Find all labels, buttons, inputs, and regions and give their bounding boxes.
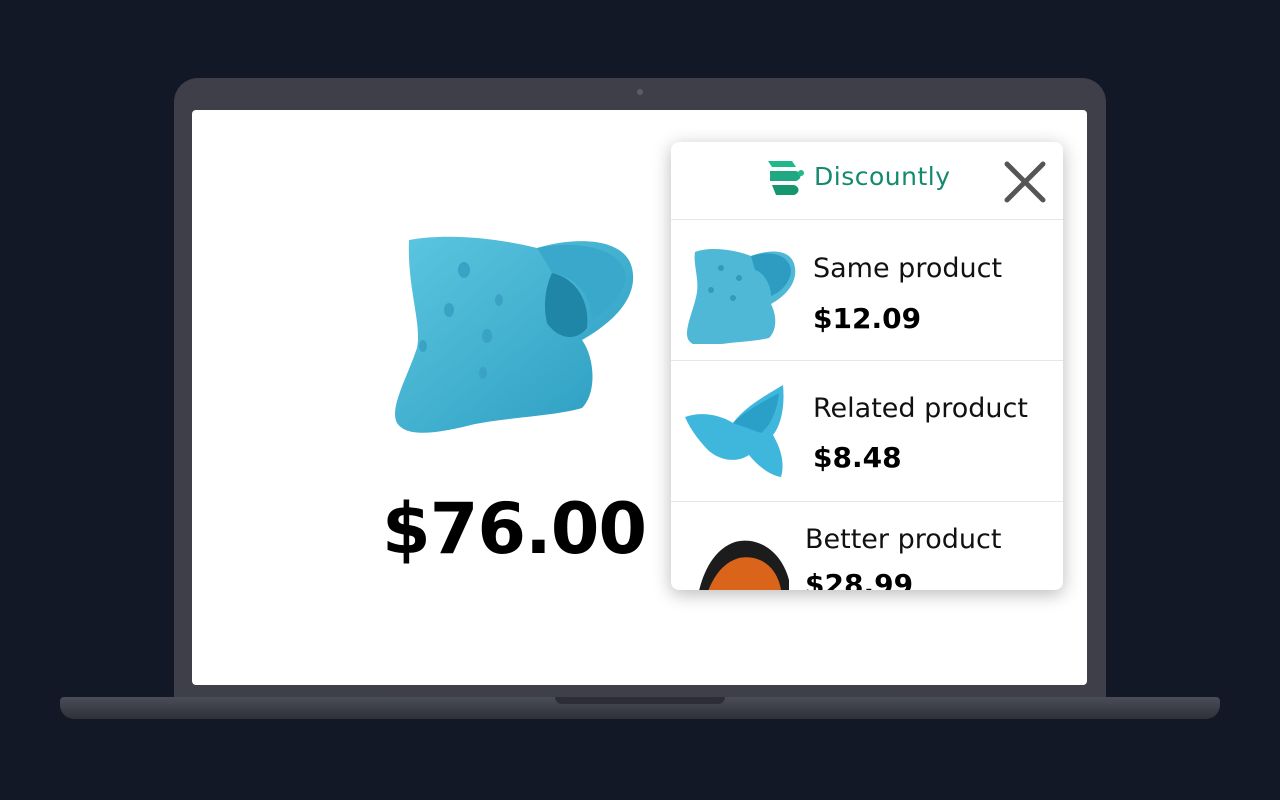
main-product-price: $76.00 bbox=[382, 488, 647, 570]
laptop-notch bbox=[555, 697, 725, 704]
better-product-thumbnail bbox=[699, 540, 789, 590]
popup-header: Discountly bbox=[671, 142, 1063, 220]
desktop-background: $76.00 Discountly Same product $12.09 Re… bbox=[0, 0, 1280, 800]
webcam-dot bbox=[637, 89, 643, 95]
offer-label: Related product bbox=[813, 393, 1028, 424]
related-product-thumbnail bbox=[685, 385, 784, 477]
close-icon[interactable] bbox=[1001, 158, 1049, 206]
discountly-popup: Discountly Same product $12.09 Related p… bbox=[671, 142, 1063, 590]
offer-label: Better product bbox=[805, 524, 1002, 555]
discountly-brand-name: Discountly bbox=[814, 162, 951, 191]
offer-price: $28.99 bbox=[805, 568, 914, 590]
offer-price: $12.09 bbox=[813, 302, 922, 335]
offer-same-product[interactable]: Same product $12.09 bbox=[671, 220, 1063, 361]
offer-related-product[interactable]: Related product $8.48 bbox=[671, 361, 1063, 502]
neck-stretcher-product-image bbox=[395, 236, 634, 433]
offer-better-product[interactable]: Better product $28.99 bbox=[671, 502, 1063, 590]
browser-screen: $76.00 Discountly Same product $12.09 Re… bbox=[192, 110, 1087, 685]
discountly-logo-icon bbox=[768, 161, 804, 195]
offer-label: Same product bbox=[813, 253, 1003, 284]
offer-price: $8.48 bbox=[813, 441, 902, 474]
same-product-thumbnail bbox=[687, 249, 796, 344]
